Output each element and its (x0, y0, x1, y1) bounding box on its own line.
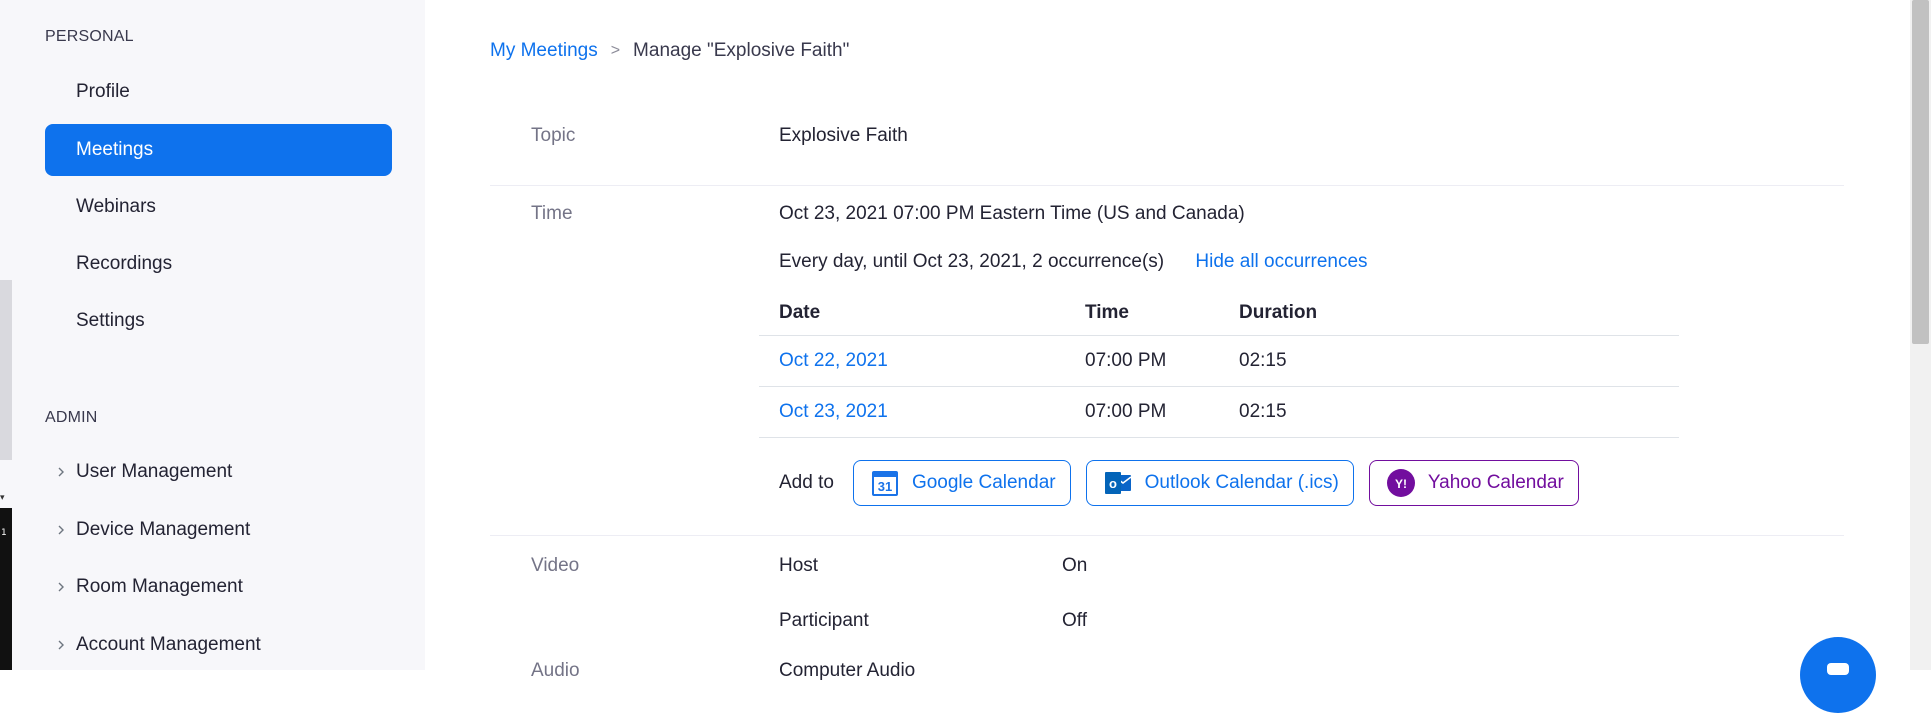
left-edge-strip: ▾ 1 (0, 0, 12, 670)
column-header-time: Time (1085, 301, 1130, 323)
outlook-icon: o (1103, 468, 1133, 498)
sidebar-item-label: Meetings (76, 139, 154, 160)
google-calendar-label: Google Calendar (911, 472, 1056, 493)
chevron-right-icon (45, 639, 76, 651)
google-calendar-icon: 31 (870, 468, 900, 498)
yahoo-icon-text: Y! (1395, 477, 1407, 491)
chevron-right-icon (45, 466, 76, 478)
breadcrumb-separator: > (610, 42, 621, 59)
video-host-value: On (1062, 555, 1088, 576)
recurrence-line: Every day, until Oct 23, 2021, 2 occurre… (779, 251, 1368, 273)
table-header-row: Date Time Duration (759, 290, 1679, 336)
breadcrumb-current: Manage "Explosive Faith" (633, 40, 850, 61)
occurrences-table: Date Time Duration Oct 22, 2021 07:00 PM… (759, 290, 1679, 438)
yahoo-calendar-button[interactable]: Y! Yahoo Calendar (1368, 460, 1579, 506)
occurrence-duration: 02:15 (1239, 350, 1287, 371)
yahoo-icon: Y! (1386, 468, 1416, 498)
divider (490, 185, 1844, 186)
sidebar-item-label: Device Management (76, 519, 251, 540)
sidebar-item-user-management[interactable]: User Management (45, 452, 232, 492)
column-header-duration: Duration (1239, 301, 1318, 323)
google-calendar-icon-text: 31 (878, 479, 892, 494)
video-participant-label: Participant (779, 610, 869, 631)
left-edge-number: 1 (1, 528, 7, 538)
time-value: Oct 23, 2021 07:00 PM Eastern Time (US a… (779, 203, 1245, 224)
sidebar-item-webinars[interactable]: Webinars (45, 181, 392, 233)
audio-label: Audio (531, 660, 580, 681)
sidebar-item-label: Recordings (76, 253, 173, 274)
sidebar-item-label: User Management (76, 461, 233, 482)
column-header-date: Date (779, 301, 821, 323)
chevron-right-icon (45, 524, 76, 536)
add-to-label: Add to (779, 472, 834, 493)
sidebar-item-label: Room Management (76, 576, 243, 597)
sidebar-item-meetings[interactable]: Meetings (45, 124, 392, 176)
yahoo-calendar-label: Yahoo Calendar (1427, 472, 1564, 493)
occurrence-duration: 02:15 (1239, 401, 1287, 422)
main-content: My Meetings > Manage "Explosive Faith" T… (425, 0, 1910, 681)
sidebar: PERSONAL Profile Meetings Webinars Recor… (12, 0, 425, 670)
table-row: Oct 22, 2021 07:00 PM 02:15 (759, 336, 1679, 387)
sidebar-item-room-management[interactable]: Room Management (45, 567, 243, 607)
table-row: Oct 23, 2021 07:00 PM 02:15 (759, 387, 1679, 438)
sidebar-item-account-management[interactable]: Account Management (45, 625, 261, 665)
occurrence-time: 07:00 PM (1085, 350, 1167, 371)
scrollbar-thumb[interactable] (1912, 0, 1929, 344)
outlook-calendar-button[interactable]: o Outlook Calendar (.ics) (1085, 460, 1354, 506)
breadcrumb-my-meetings-link[interactable]: My Meetings (490, 40, 598, 62)
hide-occurrences-link[interactable]: Hide all occurrences (1195, 251, 1367, 272)
sidebar-item-profile[interactable]: Profile (45, 66, 392, 118)
add-to-calendar-row: Add to 31 Google Calendar o Outlook Cale… (779, 460, 1594, 506)
sidebar-item-device-management[interactable]: Device Management (45, 510, 250, 550)
sidebar-item-label: Settings (76, 310, 145, 331)
audio-value: Computer Audio (779, 660, 916, 681)
google-calendar-button[interactable]: 31 Google Calendar (852, 460, 1071, 506)
chevron-right-icon (45, 581, 76, 593)
sidebar-item-label: Account Management (76, 634, 261, 655)
occurrence-time: 07:00 PM (1085, 401, 1167, 422)
sidebar-item-recordings[interactable]: Recordings (45, 238, 392, 290)
sidebar-item-label: Profile (76, 81, 130, 102)
video-host-label: Host (779, 555, 819, 576)
topic-value: Explosive Faith (779, 125, 908, 146)
admin-section-title: ADMIN (45, 409, 98, 426)
occurrence-date-link[interactable]: Oct 23, 2021 (779, 401, 888, 423)
left-edge-scroll-segment (0, 280, 12, 460)
video-label: Video (531, 555, 580, 576)
topic-label: Topic (531, 125, 576, 146)
caret-down-icon: ▾ (0, 493, 5, 503)
occurrence-date-link[interactable]: Oct 22, 2021 (779, 350, 888, 372)
recurrence-text: Every day, until Oct 23, 2021, 2 occurre… (779, 251, 1165, 272)
chat-icon (1827, 663, 1849, 675)
outlook-icon-text: o (1109, 476, 1117, 491)
breadcrumb: My Meetings > Manage "Explosive Faith" (490, 40, 849, 62)
sidebar-item-label: Webinars (76, 196, 156, 217)
divider (490, 535, 1844, 536)
video-participant-value: Off (1062, 610, 1087, 631)
sidebar-item-settings[interactable]: Settings (45, 295, 392, 347)
outlook-calendar-label: Outlook Calendar (.ics) (1144, 472, 1339, 493)
time-label: Time (531, 203, 573, 224)
personal-section-title: PERSONAL (45, 28, 134, 45)
chat-button[interactable] (1800, 637, 1876, 713)
